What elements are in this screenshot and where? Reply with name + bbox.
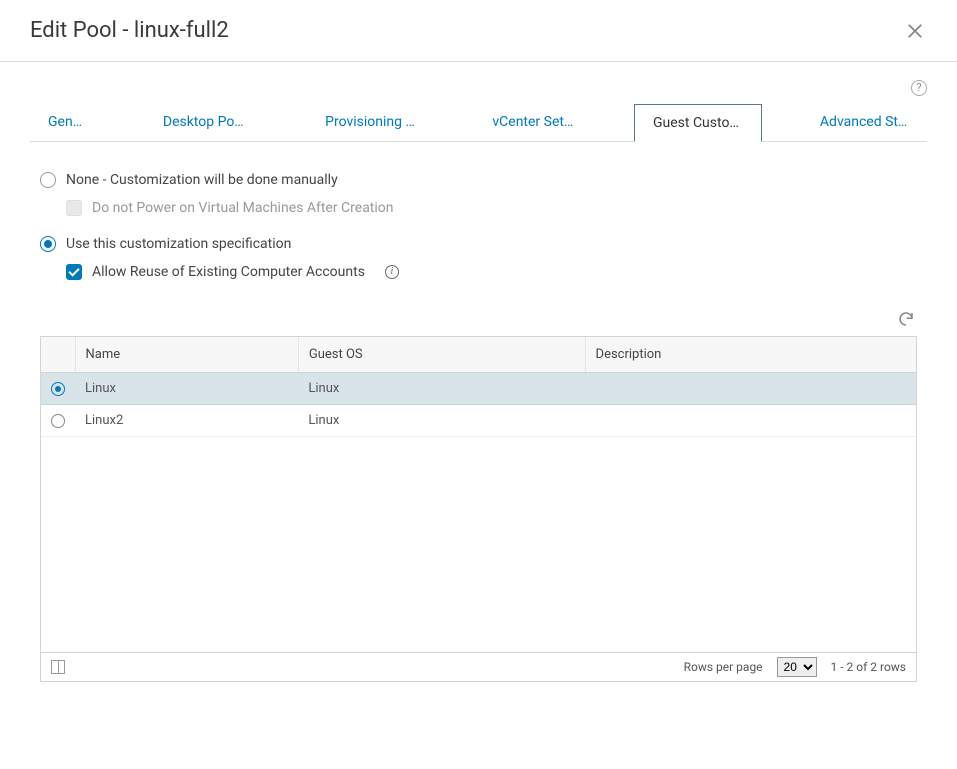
table-header-row: Name Guest OS Description [41, 337, 916, 373]
cell-description [585, 373, 916, 405]
table-empty-space [41, 437, 916, 652]
radio-none-label: None - Customization will be done manual… [66, 172, 338, 188]
tab-provisioning-settings[interactable]: Provisioning Set... [307, 104, 434, 141]
close-icon[interactable] [903, 19, 927, 43]
checkbox-reuse-row: Allow Reuse of Existing Computer Account… [66, 264, 927, 280]
checkbox-no-poweron [66, 200, 82, 216]
range-text: 1 - 2 of 2 rows [831, 660, 906, 674]
rows-per-page-label: Rows per page [684, 660, 763, 674]
cell-name: Linux2 [75, 405, 298, 437]
tab-advanced-storage[interactable]: Advanced Stora... [802, 104, 927, 141]
checkbox-no-poweron-row: Do not Power on Virtual Machines After C… [66, 200, 927, 216]
refresh-row [0, 300, 957, 336]
tabs: General Desktop Pool S... Provisioning S… [30, 96, 927, 142]
column-select [41, 337, 75, 373]
column-toggle-icon[interactable] [51, 660, 65, 674]
tab-content: None - Customization will be done manual… [0, 142, 957, 280]
radio-none[interactable] [40, 172, 56, 188]
refresh-icon[interactable] [897, 310, 915, 328]
tab-guest-customization[interactable]: Guest Customiz... [634, 104, 762, 142]
row-radio[interactable] [51, 414, 65, 428]
checkbox-reuse-accounts-label: Allow Reuse of Existing Computer Account… [92, 264, 365, 280]
column-description[interactable]: Description [585, 337, 916, 373]
dialog-header: Edit Pool - linux-full2 [0, 0, 957, 62]
checkbox-reuse-accounts[interactable] [66, 264, 82, 280]
column-name[interactable]: Name [75, 337, 298, 373]
table-row[interactable]: Linux2 Linux [41, 405, 916, 437]
table-footer: Rows per page 20 1 - 2 of 2 rows [41, 652, 916, 681]
tab-general[interactable]: General [30, 104, 105, 141]
radio-none-row: None - Customization will be done manual… [40, 172, 927, 188]
cell-name: Linux [75, 373, 298, 405]
help-icon[interactable]: ? [911, 80, 927, 96]
cell-description [585, 405, 916, 437]
radio-usespec-label: Use this customization specification [66, 236, 291, 252]
radio-usespec[interactable] [40, 236, 56, 252]
help-row: ? [0, 62, 957, 96]
info-icon[interactable]: i [385, 265, 399, 279]
radio-usespec-row: Use this customization specification [40, 236, 927, 252]
table-row[interactable]: Linux Linux [41, 373, 916, 405]
cell-guestos: Linux [298, 405, 585, 437]
tab-vcenter-settings[interactable]: vCenter Settings [474, 104, 594, 141]
tab-desktop-pool-settings[interactable]: Desktop Pool S... [145, 104, 267, 141]
column-guestos[interactable]: Guest OS [298, 337, 585, 373]
row-radio[interactable] [51, 382, 65, 396]
checkbox-no-poweron-label: Do not Power on Virtual Machines After C… [92, 200, 394, 216]
rows-per-page-select[interactable]: 20 [777, 657, 817, 677]
cell-guestos: Linux [298, 373, 585, 405]
dialog-title: Edit Pool - linux-full2 [30, 18, 229, 43]
spec-table: Name Guest OS Description Linux Linux Li… [40, 336, 917, 682]
